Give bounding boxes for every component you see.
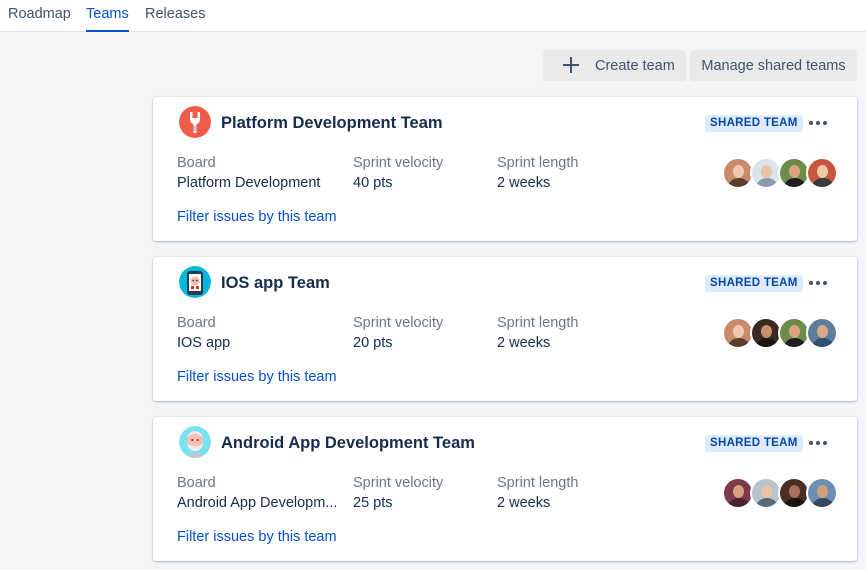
team-card: Platform Development Team SHARED TEAM Bo…	[153, 97, 857, 241]
team-members	[722, 477, 840, 509]
team-members	[722, 157, 840, 189]
shared-team-badge: SHARED TEAM	[705, 435, 803, 452]
plus-icon	[563, 57, 579, 73]
tab-releases[interactable]: Releases	[145, 6, 205, 32]
velocity-label: Sprint velocity	[353, 315, 444, 331]
board-value: Android App Developm...	[177, 495, 338, 511]
bearded-person-icon	[179, 426, 211, 458]
avatar[interactable]	[806, 477, 838, 509]
team-card: IOS app Team SHARED TEAM Board IOS app S…	[153, 257, 857, 401]
more-actions-icon[interactable]	[809, 281, 827, 286]
board-label: Board	[177, 155, 216, 171]
team-card: Android App Development Team SHARED TEAM…	[153, 417, 857, 561]
velocity-value: 20 pts	[353, 335, 393, 351]
team-name[interactable]: Platform Development Team	[221, 114, 443, 133]
board-label: Board	[177, 315, 216, 331]
length-label: Sprint length	[497, 475, 579, 491]
manage-shared-teams-label: Manage shared teams	[701, 57, 846, 74]
filter-issues-link[interactable]: Filter issues by this team	[177, 369, 337, 385]
shared-team-badge: SHARED TEAM	[705, 115, 803, 132]
team-members	[722, 317, 840, 349]
length-label: Sprint length	[497, 315, 579, 331]
tab-roadmap[interactable]: Roadmap	[8, 6, 71, 32]
board-label: Board	[177, 475, 216, 491]
velocity-value: 25 pts	[353, 495, 393, 511]
phone-robot-icon	[179, 266, 211, 298]
create-team-button[interactable]: Create team	[543, 50, 686, 81]
avatar[interactable]	[806, 157, 838, 189]
length-value: 2 weeks	[497, 335, 551, 351]
length-value: 2 weeks	[497, 495, 551, 511]
board-value: IOS app	[177, 335, 231, 351]
tab-teams[interactable]: Teams	[86, 6, 129, 32]
more-actions-icon[interactable]	[809, 121, 827, 126]
team-name[interactable]: IOS app Team	[221, 274, 330, 293]
velocity-label: Sprint velocity	[353, 475, 444, 491]
length-label: Sprint length	[497, 155, 579, 171]
velocity-value: 40 pts	[353, 175, 393, 191]
more-actions-icon[interactable]	[809, 441, 827, 446]
team-name[interactable]: Android App Development Team	[221, 434, 475, 453]
wrench-icon	[179, 106, 211, 138]
manage-shared-teams-button[interactable]: Manage shared teams	[690, 50, 857, 81]
avatar[interactable]	[806, 317, 838, 349]
filter-issues-link[interactable]: Filter issues by this team	[177, 209, 337, 225]
create-team-label: Create team	[595, 57, 675, 74]
filter-issues-link[interactable]: Filter issues by this team	[177, 529, 337, 545]
shared-team-badge: SHARED TEAM	[705, 275, 803, 292]
velocity-label: Sprint velocity	[353, 155, 444, 171]
board-value: Platform Development	[177, 175, 321, 191]
top-nav: Roadmap Teams Releases	[0, 0, 866, 32]
length-value: 2 weeks	[497, 175, 551, 191]
